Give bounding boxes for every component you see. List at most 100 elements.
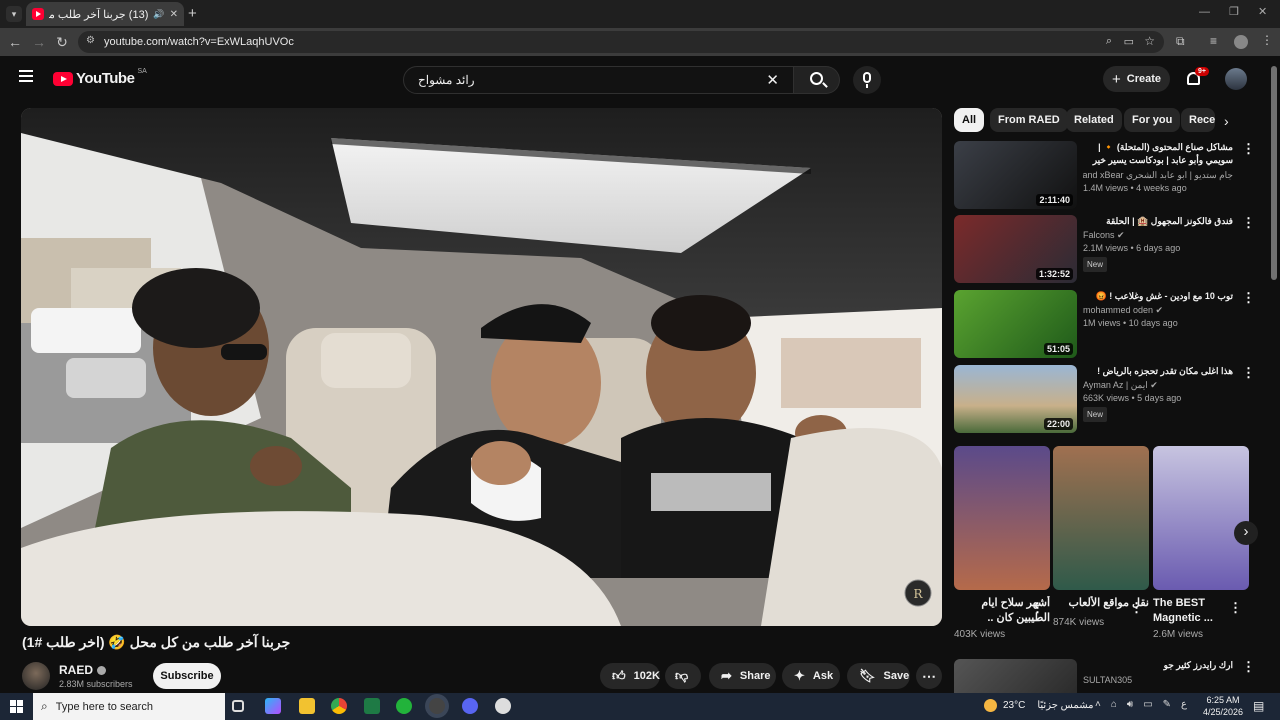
more-options-icon[interactable]: ⋮ bbox=[1242, 215, 1255, 231]
url-field[interactable]: ⚙ youtube.com/watch?v=ExWLaqhUVOc ⌕ ▭ ☆ bbox=[78, 31, 1164, 53]
chip-related[interactable]: Related bbox=[1066, 108, 1122, 132]
search-button[interactable] bbox=[794, 66, 840, 94]
minimize-icon[interactable]: — bbox=[1199, 6, 1210, 18]
profile-icon[interactable] bbox=[1234, 35, 1248, 49]
video-thumbnail[interactable]: 2:11:40 bbox=[954, 141, 1077, 209]
chips-next-icon[interactable]: › bbox=[1224, 113, 1229, 129]
close-window-icon[interactable]: ✕ bbox=[1258, 5, 1267, 18]
video-thumbnail[interactable] bbox=[954, 659, 1077, 693]
copilot-icon[interactable] bbox=[265, 698, 281, 714]
more-options-icon[interactable]: ⋮ bbox=[1242, 659, 1254, 675]
rec-channel[interactable]: SULTAN305 bbox=[1083, 674, 1233, 687]
close-tab-icon[interactable]: ✕ bbox=[170, 9, 178, 20]
extensions-icon[interactable]: ⧉ bbox=[1176, 34, 1185, 49]
clock[interactable]: 6:25 AM 4/25/2026 bbox=[1203, 694, 1243, 718]
site-info-icon[interactable]: ⚙ bbox=[86, 35, 95, 46]
create-button[interactable]: + Create bbox=[1103, 66, 1170, 92]
system-tray[interactable]: ˄ ⌂ 🔊︎ ▭ ✎ ع bbox=[1095, 699, 1187, 710]
subscribe-button[interactable]: Subscribe bbox=[153, 663, 221, 689]
more-options-icon[interactable]: ⋮ bbox=[1130, 600, 1143, 616]
chip-all[interactable]: All bbox=[954, 108, 985, 132]
chip-from-raed[interactable]: From RAED bbox=[990, 108, 1068, 132]
network-icon[interactable]: ⌂ bbox=[1111, 699, 1117, 710]
voice-search-button[interactable] bbox=[853, 66, 881, 94]
new-tab-button[interactable]: + bbox=[188, 5, 197, 22]
task-view-icon[interactable] bbox=[232, 700, 244, 712]
rec-channel[interactable]: Ayman Az | ايمن ✔ bbox=[1083, 379, 1233, 392]
chrome-icon[interactable] bbox=[331, 698, 347, 714]
taskbar-search-input[interactable]: ⌕ Type here to search bbox=[33, 693, 225, 720]
list-item[interactable]: 51:05 توب 10 مع اودين - غش وغلاعب ! 😡 mo… bbox=[954, 290, 1255, 358]
channel-name[interactable]: RAED bbox=[59, 663, 93, 677]
duration-badge: 51:05 bbox=[1043, 343, 1073, 355]
rec-channel[interactable]: جام ستدیو | ابو عابد الشحري and xBear ✔ bbox=[1083, 169, 1233, 182]
video-title: جربنا آخر طلب من كل محل 🤣 (اخر طلب #1) bbox=[22, 634, 291, 650]
share-button[interactable]: ➦ Share bbox=[709, 663, 776, 689]
list-item[interactable]: 1:32:52 فندق فالكونز المجهول 🏨 | الحلقة … bbox=[954, 215, 1255, 283]
restore-icon[interactable]: ❐ bbox=[1229, 5, 1239, 18]
taskbar: ⌕ Type here to search 23°C مشمس جزئيًا ˄… bbox=[0, 693, 1280, 720]
back-icon[interactable]: ← bbox=[6, 33, 24, 51]
volume-icon[interactable]: 🔊︎ bbox=[1127, 699, 1133, 710]
more-options-icon[interactable]: ⋮ bbox=[1242, 365, 1255, 381]
weather-text: مشمس جزئيًا bbox=[1037, 700, 1094, 711]
active-app-icon[interactable] bbox=[429, 698, 445, 714]
rec-channel[interactable]: mohammed oden ✔ bbox=[1083, 304, 1233, 317]
notification-center-icon[interactable]: ▤ bbox=[1253, 699, 1264, 713]
excel-icon[interactable] bbox=[364, 698, 380, 714]
weather-widget[interactable]: 23°C مشمس جزئيًا bbox=[984, 699, 1093, 712]
file-explorer-icon[interactable] bbox=[299, 698, 315, 714]
browser-tab[interactable]: (13) جربنا آخر طلب من كل 🔊 ✕ bbox=[26, 2, 184, 26]
language-indicator[interactable]: ع bbox=[1181, 699, 1187, 710]
shorts-next-button[interactable]: › bbox=[1234, 521, 1258, 545]
chip-for-you[interactable]: For you bbox=[1124, 108, 1181, 132]
channel-avatar[interactable] bbox=[22, 662, 50, 690]
search-input[interactable]: رائد مشواح ✕ bbox=[403, 66, 794, 94]
discord-icon[interactable] bbox=[462, 698, 478, 714]
save-button[interactable]: 🔖︎ Save bbox=[847, 663, 910, 689]
forward-icon[interactable]: → bbox=[30, 33, 48, 51]
zoom-icon[interactable]: ⌕ bbox=[1106, 35, 1112, 48]
more-actions-button[interactable]: ⋯ bbox=[916, 663, 942, 689]
subscriber-count: 2.83M subscribers bbox=[59, 679, 133, 689]
more-options-icon[interactable]: ⋮ bbox=[1229, 600, 1242, 616]
reading-list-icon[interactable]: ≡ bbox=[1210, 34, 1217, 48]
sparkle-icon: ✦ bbox=[794, 668, 805, 683]
clear-search-icon[interactable]: ✕ bbox=[766, 71, 779, 89]
bookmark-star-icon[interactable]: ☆ bbox=[1144, 34, 1155, 48]
page-scrollbar[interactable] bbox=[1271, 66, 1277, 280]
xbox-icon[interactable] bbox=[396, 698, 412, 714]
like-button[interactable]: 👍︎ 102K bbox=[600, 663, 660, 689]
list-item[interactable]: 22:00 هذا اغلى مكان تقدر تحجزه بالرياض !… bbox=[954, 365, 1255, 433]
video-thumbnail[interactable]: 51:05 bbox=[954, 290, 1077, 358]
short-thumbnail[interactable] bbox=[1153, 446, 1249, 590]
ask-button[interactable]: ✦ Ask bbox=[782, 663, 840, 689]
list-item[interactable]: 2:11:40 مشاكل صناع المحتوى (المتحلة) 🔸 |… bbox=[954, 141, 1255, 209]
notifications-button[interactable]: 9+ bbox=[1185, 67, 1209, 90]
tray-chevron-icon[interactable]: ˄ bbox=[1095, 699, 1101, 710]
rec-channel[interactable]: Falcons ✔ bbox=[1083, 229, 1233, 242]
cast-icon[interactable]: ▭ bbox=[1124, 35, 1134, 48]
short-thumbnail[interactable] bbox=[954, 446, 1050, 590]
steam-icon[interactable] bbox=[495, 698, 511, 714]
windows-start-icon[interactable] bbox=[10, 700, 23, 713]
account-avatar[interactable] bbox=[1225, 68, 1247, 90]
reload-icon[interactable]: ↻ bbox=[53, 33, 71, 51]
video-player[interactable]: R bbox=[21, 108, 942, 626]
tab-search-button[interactable]: ▾ bbox=[6, 6, 22, 22]
more-options-icon[interactable]: ⋮ bbox=[1242, 141, 1255, 157]
video-thumbnail[interactable]: 22:00 bbox=[954, 365, 1077, 433]
short-thumbnail[interactable] bbox=[1053, 446, 1149, 590]
more-options-icon[interactable]: ⋮ bbox=[1031, 600, 1044, 616]
chip-recent[interactable]: Rece bbox=[1181, 108, 1215, 132]
battery-icon[interactable]: ▭ bbox=[1143, 699, 1152, 710]
youtube-logo[interactable]: YouTube SA bbox=[53, 68, 147, 87]
dislike-button[interactable]: 👎︎ bbox=[665, 663, 701, 689]
video-thumbnail[interactable]: 1:32:52 bbox=[954, 215, 1077, 283]
chrome-menu-icon[interactable]: ⋮ bbox=[1261, 33, 1273, 47]
pen-icon[interactable]: ✎ bbox=[1163, 699, 1171, 710]
youtube-play-icon bbox=[53, 71, 73, 86]
hamburger-menu-icon[interactable] bbox=[19, 70, 33, 82]
list-item[interactable]: ارك رايدرز كثير جو SULTAN305 ⋮ bbox=[954, 659, 1254, 693]
more-options-icon[interactable]: ⋮ bbox=[1242, 290, 1255, 306]
